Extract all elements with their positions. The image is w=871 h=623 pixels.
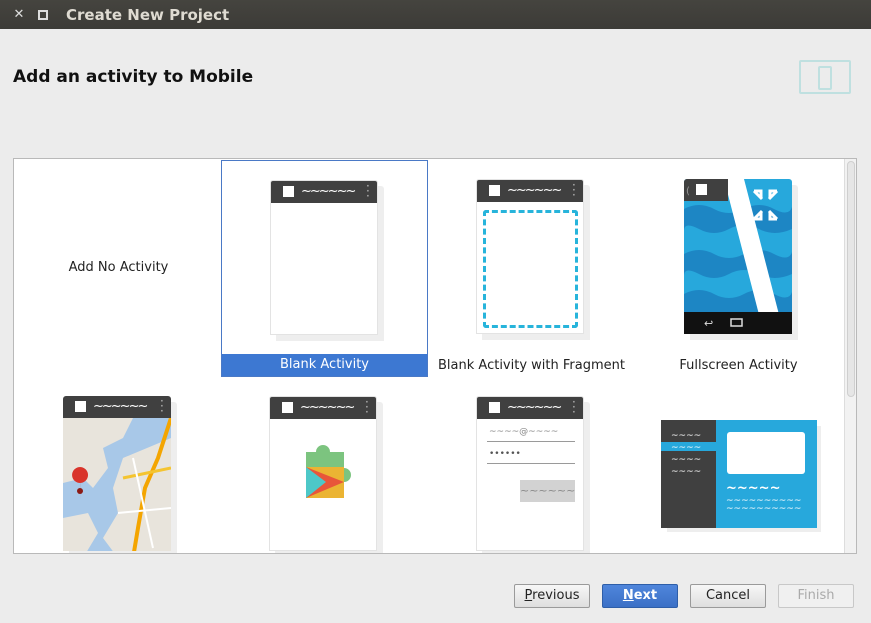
wizard-header: Add an activity to Mobile: [0, 29, 871, 129]
phone-preview: ↩ (: [684, 179, 792, 334]
next-button[interactable]: Next: [602, 584, 678, 608]
tile-master-detail-flow[interactable]: ~~~~ ~~~~ ~~~~ ~~~~ ~~~~~ ~~~~~~~~~~ ~~~…: [635, 377, 842, 553]
tile-fullscreen-activity[interactable]: ↩ ( Fullscreen Activity: [635, 160, 842, 377]
svg-text:~~~~: ~~~~: [671, 431, 701, 441]
previous-button[interactable]: Previous: [514, 584, 590, 608]
svg-text:~~~~~~~~~~: ~~~~~~~~~~: [726, 504, 801, 514]
gallery-scrollbar[interactable]: [844, 159, 856, 553]
svg-text:~~~~: ~~~~: [671, 443, 701, 453]
mobile-device-icon: [799, 60, 851, 94]
phone-preview: ~~~~~~ · · · ~~~~@~~~~ •••••• ~~~~~~: [476, 396, 584, 551]
phone-preview: ~~~~~~ · · ·: [63, 396, 171, 551]
tile-label: Blank Activity: [222, 354, 427, 376]
tile-label: Fullscreen Activity: [679, 358, 798, 373]
fullscreen-illustration: ↩ (: [684, 179, 792, 334]
svg-text:~~~~~: ~~~~~: [726, 481, 780, 496]
sign-in-button-preview: ~~~~~~: [520, 480, 575, 502]
maximize-icon[interactable]: [38, 9, 48, 20]
phone-preview: ~~~~~~ · · ·: [476, 179, 584, 334]
tile-maps-activity[interactable]: ~~~~~~ · · ·: [15, 377, 222, 553]
fragment-placeholder: [483, 210, 578, 328]
window-titlebar: ✕ Create New Project: [0, 0, 871, 29]
finish-button[interactable]: Finish: [778, 584, 854, 608]
tile-login-activity[interactable]: ~~~~~~ · · · ~~~~@~~~~ •••••• ~~~~~~: [428, 377, 635, 553]
play-services-icon: [306, 445, 351, 498]
cancel-button[interactable]: Cancel: [690, 584, 766, 608]
email-field-preview: ~~~~@~~~~: [489, 427, 559, 437]
tile-add-no-activity[interactable]: Add No Activity: [15, 160, 222, 377]
phone-preview: ~~~~~~ · · ·: [270, 180, 378, 335]
close-icon[interactable]: ✕: [12, 7, 26, 22]
phone-preview: ~~~~~~ · · ·: [269, 396, 377, 551]
map-illustration: [63, 418, 171, 551]
master-detail-illustration: ~~~~ ~~~~ ~~~~ ~~~~ ~~~~~ ~~~~~~~~~~ ~~~…: [661, 420, 821, 532]
window-title: Create New Project: [66, 5, 230, 24]
activity-gallery: Add No Activity ~~~~~~ · · · Blank Activity…: [13, 158, 857, 554]
tile-blank-activity[interactable]: ~~~~~~ · · · Blank Activity: [221, 160, 428, 377]
svg-text:~~~~: ~~~~: [671, 455, 701, 465]
svg-text:(: (: [686, 186, 690, 197]
password-field-preview: ••••••: [489, 449, 521, 459]
page-title: Add an activity to Mobile: [13, 67, 254, 87]
svg-text:~~~~: ~~~~: [671, 467, 701, 477]
tile-label: Add No Activity: [68, 260, 169, 275]
tile-label: Blank Activity with Fragment: [438, 358, 625, 373]
tile-blank-activity-with-fragment[interactable]: ~~~~~~ · · · Blank Activity with Fragment: [428, 160, 635, 377]
scrollbar-thumb[interactable]: [847, 161, 855, 397]
tile-google-play-services-activity[interactable]: ~~~~~~ · · ·: [221, 377, 428, 553]
svg-text:↩: ↩: [704, 317, 713, 330]
